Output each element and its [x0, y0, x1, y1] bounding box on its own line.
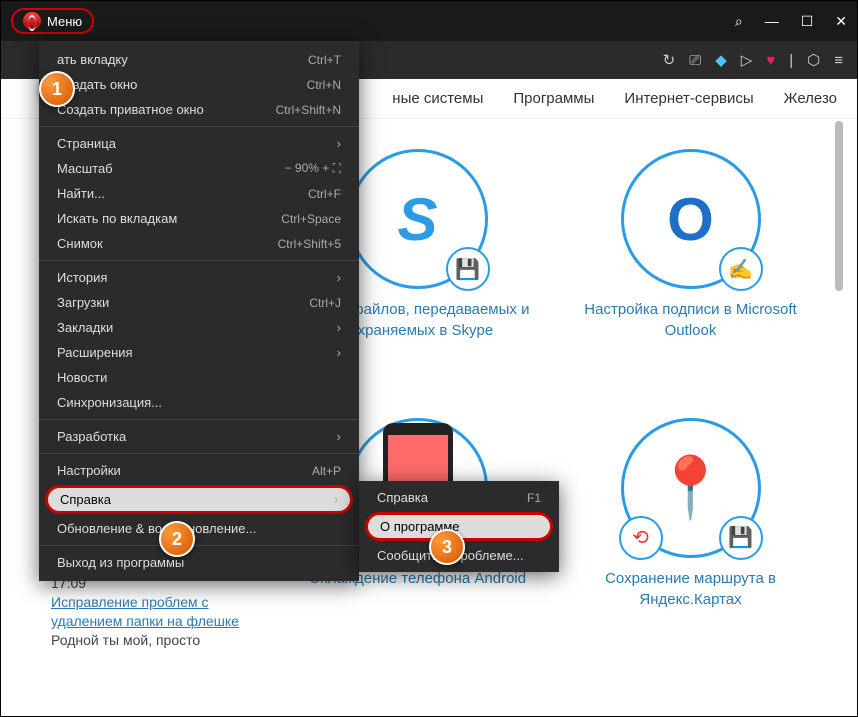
menu-item[interactable]: ать вкладкуCtrl+T — [39, 47, 359, 72]
comment-text: Родной ты мой, просто — [51, 632, 281, 648]
menu-item[interactable]: Закладки› — [39, 315, 359, 340]
article-card[interactable]: O✍ Настройка подписи в Microsoft Outlook — [574, 149, 807, 398]
menu-item[interactable]: Справка› — [45, 485, 353, 514]
annotation-marker-1: 1 — [39, 71, 75, 107]
menu-item[interactable]: Масштаб− 90% + ⛶ — [39, 156, 359, 181]
skype-icon: S💾 — [348, 149, 488, 289]
main-menu: ать вкладкуCtrl+TСоздать окноCtrl+NСозда… — [39, 41, 359, 581]
annotation-marker-2: 2 — [159, 521, 195, 557]
menu-item[interactable]: Выход из программы — [39, 550, 359, 575]
settings-icon[interactable]: ≡ — [834, 52, 843, 69]
menu-item[interactable]: Синхронизация... — [39, 390, 359, 415]
menu-item[interactable]: Создать приватное окноCtrl+Shift+N — [39, 97, 359, 122]
separator: | — [789, 52, 793, 69]
save-icon: 💾 — [446, 247, 490, 291]
menu-item[interactable]: СнимокCtrl+Shift+5 — [39, 231, 359, 256]
close-button[interactable]: ✕ — [835, 13, 847, 30]
maps-icon: 📍⟲💾 — [621, 418, 761, 558]
comment-link[interactable]: Исправление проблем с — [51, 594, 281, 610]
menu-item[interactable]: Разработка› — [39, 424, 359, 449]
menu-item[interactable]: Создать окноCtrl+N — [39, 72, 359, 97]
menu-item[interactable]: Обновление & восстановление... — [39, 516, 359, 541]
menu-label: Меню — [47, 14, 82, 29]
sign-icon: ✍ — [719, 247, 763, 291]
article-title: Сохранение маршрута в Яндекс.Картах — [574, 568, 807, 610]
article-card[interactable]: 📍⟲💾 Сохранение маршрута в Яндекс.Картах — [574, 418, 807, 667]
search-icon[interactable]: ⌕ — [735, 13, 743, 30]
route-icon: ⟲ — [619, 516, 663, 560]
comment-link[interactable]: удалением папки на флешке — [51, 613, 281, 629]
scrollbar[interactable] — [835, 121, 843, 291]
articles-grid: S💾 Поиск файлов, передаваемых и сохраняе… — [281, 119, 827, 696]
window-controls: ⌕ — ☐ ✕ — [735, 13, 847, 30]
nav-item[interactable]: Интернет-сервисы — [624, 90, 753, 107]
menu-item[interactable]: ЗагрузкиCtrl+J — [39, 290, 359, 315]
menu-item[interactable]: Страница› — [39, 131, 359, 156]
maximize-button[interactable]: ☐ — [801, 13, 814, 30]
heart-icon[interactable]: ♥ — [766, 52, 775, 69]
camera-icon[interactable]: ⎚ — [689, 52, 701, 69]
menu-item[interactable]: СправкаF1 — [359, 485, 559, 510]
sync-icon[interactable]: ↻ — [663, 51, 676, 69]
shield-icon[interactable]: ◆ — [715, 51, 727, 69]
cube-icon[interactable]: ⬡ — [807, 51, 820, 69]
menu-item[interactable]: НастройкиAlt+P — [39, 458, 359, 483]
article-title: Настройка подписи в Microsoft Outlook — [574, 299, 807, 341]
nav-item[interactable]: Железо — [784, 90, 837, 107]
titlebar: Меню ⌕ — ☐ ✕ — [1, 1, 857, 41]
outlook-icon: O✍ — [621, 149, 761, 289]
menu-item[interactable]: История› — [39, 265, 359, 290]
nav-item[interactable]: ные системы — [392, 90, 483, 107]
menu-item[interactable]: Новости — [39, 365, 359, 390]
minimize-button[interactable]: — — [765, 13, 779, 30]
nav-item[interactable]: Программы — [513, 90, 594, 107]
menu-item[interactable]: Найти...Ctrl+F — [39, 181, 359, 206]
save-icon: 💾 — [719, 516, 763, 560]
menu-item[interactable]: Искать по вкладкамCtrl+Space — [39, 206, 359, 231]
opera-icon — [23, 12, 41, 30]
menu-item[interactable]: Расширения› — [39, 340, 359, 365]
annotation-marker-3: 3 — [429, 529, 465, 565]
send-icon[interactable]: ▷ — [741, 51, 753, 69]
main-menu-button[interactable]: Меню — [11, 8, 94, 34]
